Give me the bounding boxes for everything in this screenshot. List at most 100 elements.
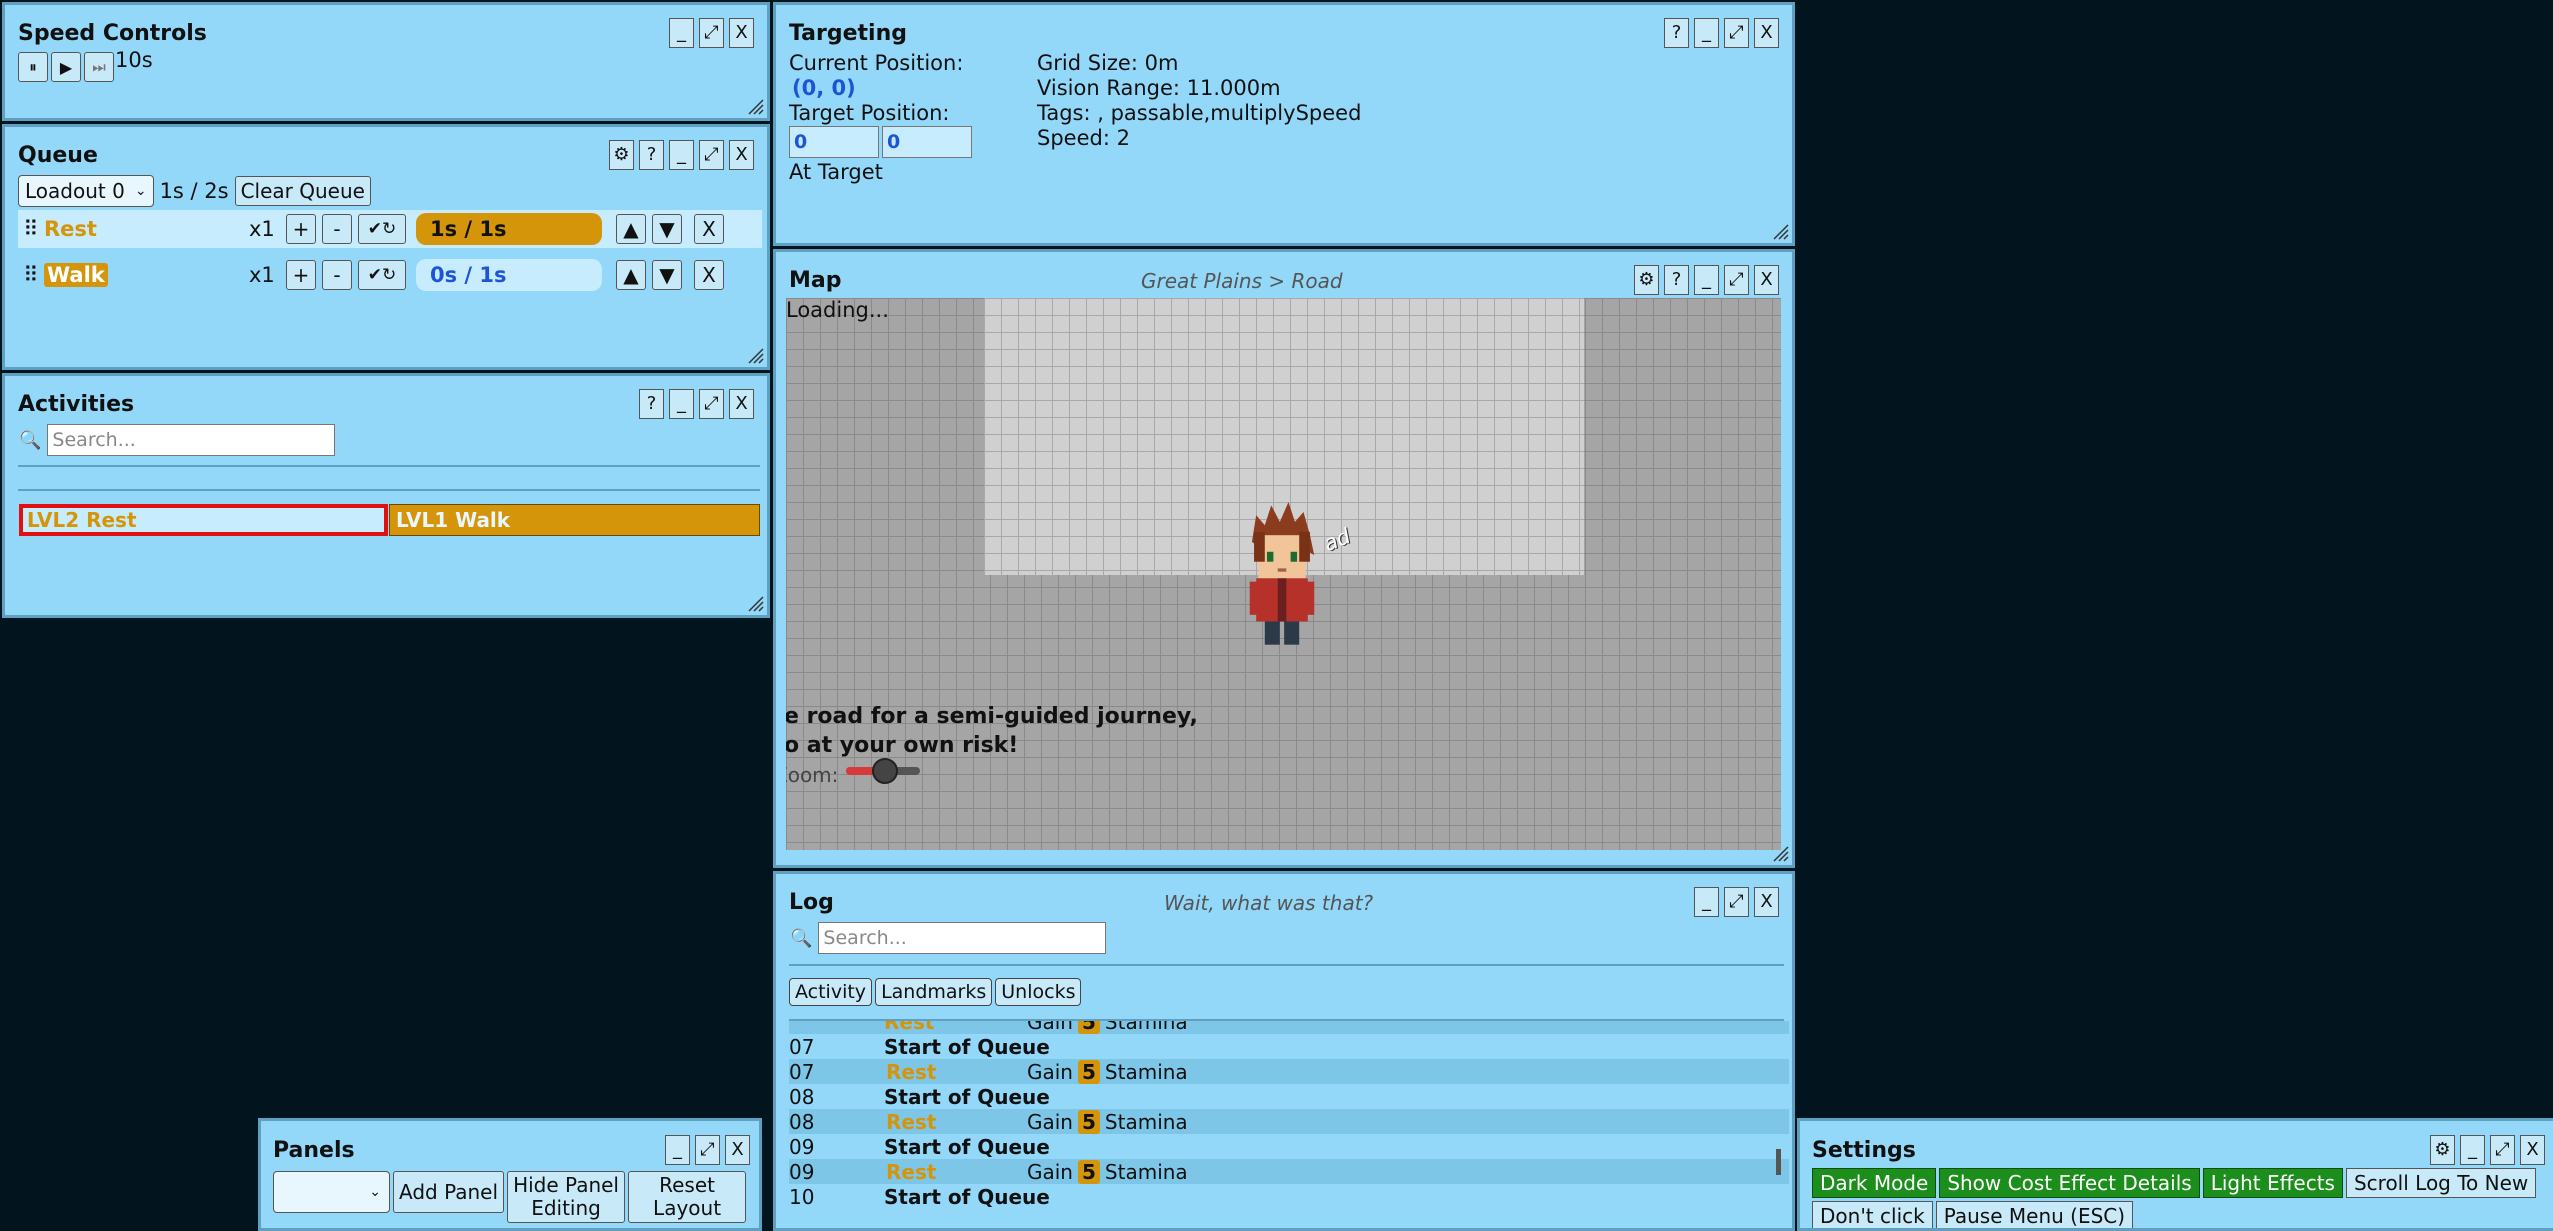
drag-handle-icon[interactable]: ⠿	[18, 217, 44, 241]
minimize-button[interactable]: _	[669, 389, 694, 419]
panel-type-select[interactable]: ⌄	[273, 1171, 390, 1213]
scroll-log-toggle[interactable]: Scroll Log To New	[2345, 1168, 2537, 1198]
decrement-button[interactable]: -	[322, 260, 352, 290]
resize-handle-icon[interactable]	[746, 97, 764, 115]
log-row-stat: Stamina	[1104, 1059, 1188, 1084]
minimize-button[interactable]: _	[1694, 265, 1719, 295]
map-message-line: e road for a semi-guided journey,	[786, 704, 1198, 729]
map-canvas[interactable]: Loading... ad e road for a semi-guided j…	[786, 298, 1781, 850]
light-effects-toggle[interactable]: Light Effects	[2202, 1168, 2343, 1198]
close-button[interactable]: X	[2520, 1135, 2545, 1165]
increment-button[interactable]: +	[286, 260, 316, 290]
tile-speed: Speed: 2	[1037, 126, 1130, 150]
close-button[interactable]: X	[1754, 887, 1779, 917]
step-button[interactable]: ⏭	[84, 52, 114, 82]
log-filter-unlocks[interactable]: Unlocks	[995, 978, 1082, 1006]
loading-text: Loading...	[786, 298, 889, 322]
minimize-button[interactable]: _	[2460, 1135, 2485, 1165]
expand-button[interactable]: ⤢	[699, 18, 724, 48]
help-button[interactable]: ?	[639, 389, 664, 419]
log-filter-landmarks[interactable]: Landmarks	[875, 978, 993, 1006]
window-controls: ⚙ ? _ ⤢ X	[1634, 265, 1779, 295]
tile-tags: Tags: , passable,multiplySpeed	[1037, 101, 1362, 125]
queue-item[interactable]: ⠿ Rest x1 + - ✔↻ 1s / 1s ▲ ▼ X	[18, 210, 762, 248]
activity-item[interactable]: LVL2 Rest	[19, 504, 388, 536]
close-button[interactable]: X	[725, 1135, 750, 1165]
zoom-label: Zoom:	[786, 763, 839, 787]
log-list[interactable]: Rest Gain 5 Stamina 07 Start of Queue 07…	[776, 1021, 1792, 1228]
expand-button[interactable]: ⤢	[1724, 887, 1749, 917]
resize-handle-icon[interactable]	[746, 346, 764, 364]
activities-search-input[interactable]	[47, 424, 336, 456]
repeat-toggle-button[interactable]: ✔↻	[358, 260, 406, 290]
minimize-button[interactable]: _	[1694, 887, 1719, 917]
play-button[interactable]: ▶	[51, 52, 81, 82]
log-row: 07 Rest Gain 5 Stamina	[789, 1059, 1789, 1084]
target-x-input[interactable]	[789, 126, 879, 158]
log-row-text: Start of Queue	[884, 1034, 1050, 1059]
log-row-amount: 5	[1078, 1021, 1100, 1034]
move-down-button[interactable]: ▼	[652, 260, 682, 290]
minimize-button[interactable]: _	[1694, 18, 1719, 48]
loadout-select[interactable]: Loadout 0 ⌄	[18, 175, 154, 207]
hide-panel-editing-button[interactable]: Hide Panel Editing	[507, 1171, 626, 1223]
log-row: 09 Rest Gain 5 Stamina	[789, 1159, 1789, 1184]
minimize-button[interactable]: _	[665, 1135, 690, 1165]
repeat-toggle-button[interactable]: ✔↻	[358, 214, 406, 244]
settings-gear-icon[interactable]: ⚙	[2430, 1135, 2455, 1165]
close-button[interactable]: X	[729, 389, 754, 419]
close-button[interactable]: X	[1754, 18, 1779, 48]
targeting-title: Targeting	[789, 21, 908, 46]
close-button[interactable]: X	[729, 140, 754, 170]
add-panel-button[interactable]: Add Panel	[393, 1171, 505, 1213]
activity-item[interactable]: LVL1 Walk	[389, 504, 760, 536]
expand-button[interactable]: ⤢	[695, 1135, 720, 1165]
minimize-button[interactable]: _	[669, 140, 694, 170]
dark-mode-toggle[interactable]: Dark Mode	[1812, 1168, 1937, 1198]
expand-button[interactable]: ⤢	[1724, 18, 1749, 48]
expand-button[interactable]: ⤢	[2490, 1135, 2515, 1165]
resize-handle-icon[interactable]	[1771, 222, 1789, 240]
activities-panel: Activities ? _ ⤢ X 🔍 LVL2 Rest LVL1 Walk	[2, 373, 770, 618]
move-down-button[interactable]: ▼	[652, 214, 682, 244]
log-filter-activity[interactable]: Activity	[789, 978, 873, 1006]
remove-item-button[interactable]: X	[694, 214, 724, 244]
increment-button[interactable]: +	[286, 214, 316, 244]
log-scrollbar[interactable]	[1776, 1149, 1781, 1175]
resize-handle-icon[interactable]	[1771, 844, 1789, 862]
log-search-input[interactable]	[818, 922, 1107, 954]
log-subtitle: Wait, what was that?	[1164, 891, 1374, 915]
minimize-button[interactable]: _	[669, 18, 694, 48]
settings-gear-icon[interactable]: ⚙	[1634, 265, 1659, 295]
chevron-down-icon: ⌄	[369, 1184, 381, 1200]
resize-handle-icon[interactable]	[746, 594, 764, 612]
window-controls: ⚙ _ ⤢ X	[2430, 1135, 2545, 1165]
queue-item[interactable]: ⠿ Walk x1 + - ✔↻ 0s / 1s ▲ ▼ X	[18, 256, 762, 294]
expand-button[interactable]: ⤢	[699, 140, 724, 170]
clear-queue-button[interactable]: Clear Queue	[234, 176, 371, 206]
reset-layout-button[interactable]: Reset Layout	[628, 1171, 747, 1223]
settings-panel: Settings ⚙ _ ⤢ X Dark Mode Show Cost Eff…	[1797, 1118, 2553, 1231]
close-button[interactable]: X	[1754, 265, 1779, 295]
pause-button[interactable]: ⏸	[18, 52, 48, 82]
expand-button[interactable]: ⤢	[699, 389, 724, 419]
decrement-button[interactable]: -	[322, 214, 352, 244]
zoom-slider-thumb[interactable]	[872, 758, 898, 784]
settings-gear-icon[interactable]: ⚙	[609, 140, 634, 170]
help-button[interactable]: ?	[1664, 265, 1689, 295]
move-up-button[interactable]: ▲	[616, 214, 646, 244]
log-row-activity: Rest	[886, 1159, 937, 1184]
close-button[interactable]: X	[729, 18, 754, 48]
expand-button[interactable]: ⤢	[1724, 265, 1749, 295]
cost-effect-details-toggle[interactable]: Show Cost Effect Details	[1939, 1168, 2200, 1198]
help-button[interactable]: ?	[1664, 18, 1689, 48]
target-y-input[interactable]	[882, 126, 972, 158]
move-up-button[interactable]: ▲	[616, 260, 646, 290]
help-button[interactable]: ?	[639, 140, 664, 170]
window-controls: _ ⤢ X	[665, 1135, 750, 1165]
log-row-activity: Rest	[884, 1021, 935, 1034]
map-panel: Map Great Plains > Road ⚙ ? _ ⤢ X Loadin…	[773, 249, 1795, 868]
remove-item-button[interactable]: X	[694, 260, 724, 290]
zoom-slider[interactable]	[846, 758, 920, 784]
drag-handle-icon[interactable]: ⠿	[18, 263, 44, 287]
